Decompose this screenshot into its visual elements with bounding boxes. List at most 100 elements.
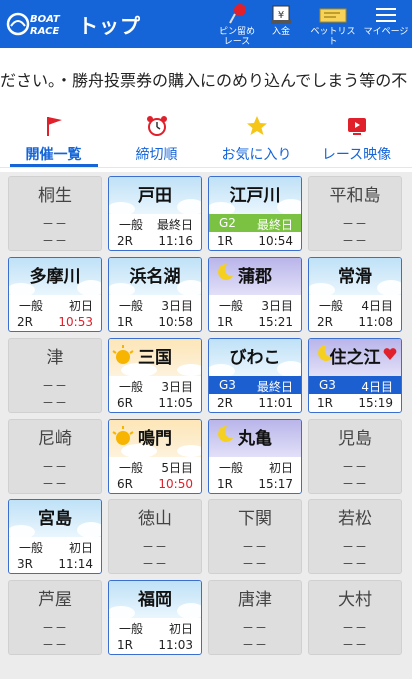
venue-card-1[interactable]: 戸田一般 最終日 2R 11:16 <box>108 176 202 251</box>
race-day: 3日目 <box>161 299 193 313</box>
venue-empty-info: －－ <box>141 557 168 571</box>
menu-icon <box>362 3 410 27</box>
next-race-row: 3R 11:14 <box>9 556 101 573</box>
bet-list-button[interactable]: ベットリスト <box>308 3 358 47</box>
venue-card-9[interactable]: 三国 一般 3日目 6R 11:05 <box>108 338 202 413</box>
page-title: トップ <box>78 14 141 38</box>
race-grade: 一般 <box>119 299 144 313</box>
venue-name: 常滑 <box>338 267 372 287</box>
tab-schedule[interactable]: 開催一覧 <box>2 108 105 168</box>
race-number: 6R <box>117 477 133 491</box>
race-number: 2R <box>317 315 333 329</box>
race-day: 3日目 <box>161 380 193 394</box>
race-day: 4日目 <box>361 299 393 313</box>
tab-bar: 開催一覧 締切順 お気に入り レース映像 <box>0 108 412 168</box>
pinned-races-button[interactable]: ピン留め レース <box>214 3 260 47</box>
tab-favorites[interactable]: お気に入り <box>205 108 308 168</box>
venue-name: 桐生 <box>38 186 72 206</box>
race-deadline-time: 11:16 <box>158 234 193 248</box>
race-grade: 一般 <box>119 622 144 636</box>
venue-card-22[interactable]: 唐津 －－ －－ <box>208 580 302 655</box>
venue-card-0[interactable]: 桐生 －－ －－ <box>8 176 102 251</box>
venue-card-8[interactable]: 津 －－ －－ <box>8 338 102 413</box>
race-grade: G2 <box>219 216 236 230</box>
notice-marquee: ださい。・勝舟投票券の購入にのめり込んでしまう等の不 <box>0 48 412 106</box>
deposit-button[interactable]: ¥ 入金 <box>258 3 304 47</box>
notice-text: ださい。・勝舟投票券の購入にのめり込んでしまう等の不 <box>0 71 408 90</box>
race-deadline-time: 11:01 <box>258 396 293 410</box>
race-grade: 一般 <box>219 299 244 313</box>
race-grade: 一般 <box>119 380 144 394</box>
venue-card-15[interactable]: 児島 －－ －－ <box>308 419 402 494</box>
venue-card-19[interactable]: 若松 －－ －－ <box>308 499 402 574</box>
venue-card-20[interactable]: 芦屋 －－ －－ <box>8 580 102 655</box>
venue-card-3[interactable]: 平和島 －－ －－ <box>308 176 402 251</box>
race-day: 3日目 <box>261 299 293 313</box>
race-number: 1R <box>217 477 233 491</box>
flag-icon <box>2 108 105 140</box>
race-number: 1R <box>217 234 233 248</box>
next-race-row: 2R 10:53 <box>9 314 101 331</box>
next-race-row: 2R 11:16 <box>109 233 201 250</box>
race-grade-row: 一般 3日目 <box>109 295 201 313</box>
mypage-label: マイページ <box>363 27 409 37</box>
race-deadline-time: 11:08 <box>358 315 393 329</box>
race-deadline-time: 15:19 <box>358 396 393 410</box>
tab-race-video[interactable]: レース映像 <box>305 108 408 168</box>
tab-race-video-label: レース映像 <box>321 147 392 163</box>
race-number: 2R <box>17 315 33 329</box>
venue-card-11[interactable]: 住之江 G3 4日目 1R 15:19 <box>308 338 402 413</box>
venue-name: 津 <box>46 348 64 368</box>
race-grade-row: 一般 初日 <box>209 457 301 475</box>
race-deadline-time: 11:03 <box>158 638 193 652</box>
venue-empty-info: －－ <box>341 234 368 248</box>
venue-card-2[interactable]: 江戸川 G2 最終日 1R 10:54 <box>208 176 302 251</box>
race-grade-row: 一般 初日 <box>109 618 201 636</box>
venue-name: 戸田 <box>138 186 172 206</box>
boat-race-logo[interactable]: BOAT RACE <box>6 6 68 42</box>
venue-card-23[interactable]: 大村 －－ －－ <box>308 580 402 655</box>
race-deadline-time: 10:53 <box>58 315 93 329</box>
svg-text:¥: ¥ <box>278 10 284 21</box>
next-race-row: 2R 11:08 <box>309 314 401 331</box>
race-number: 2R <box>217 396 233 410</box>
race-day: 初日 <box>68 299 93 313</box>
venue-card-12[interactable]: 尼崎 －－ －－ <box>8 419 102 494</box>
venue-empty-info: －－ <box>41 217 68 231</box>
venue-card-17[interactable]: 徳山 －－ －－ <box>108 499 202 574</box>
race-grade-row: G2 最終日 <box>209 214 301 232</box>
venue-empty-info: －－ <box>141 540 168 554</box>
tab-favorites-label: お気に入り <box>221 147 292 163</box>
favorite-heart-icon <box>383 348 397 360</box>
venue-card-4[interactable]: 多摩川 一般 初日 2R 10:53 <box>8 257 102 332</box>
venue-empty-info: －－ <box>41 234 68 248</box>
race-grade-row: G3 最終日 <box>209 376 301 394</box>
race-grade-row: 一般 5日目 <box>109 457 201 475</box>
venue-card-14[interactable]: 丸亀 一般 初日 1R 15:17 <box>208 419 302 494</box>
race-grade: 一般 <box>19 299 44 313</box>
venue-name: 福岡 <box>138 590 172 610</box>
venue-card-10[interactable]: びわこ G3 最終日 2R 11:01 <box>208 338 302 413</box>
venue-card-16[interactable]: 宮島 一般 初日 3R 11:14 <box>8 499 102 574</box>
venue-card-13[interactable]: 鳴門 一般 5日目 6R 10:50 <box>108 419 202 494</box>
race-day: 最終日 <box>256 218 293 232</box>
venue-card-21[interactable]: 福岡 一般 初日 1R 11:03 <box>108 580 202 655</box>
video-icon <box>305 108 408 140</box>
venue-name: 蒲郡 <box>238 267 272 287</box>
tab-schedule-label: 開催一覧 <box>25 147 82 163</box>
race-grade: 一般 <box>119 218 144 232</box>
venue-card-6[interactable]: 蒲郡 一般 3日目 1R 15:21 <box>208 257 302 332</box>
venue-empty-info: －－ <box>341 621 368 635</box>
venue-card-5[interactable]: 浜名湖 一般 3日目 1R 10:58 <box>108 257 202 332</box>
venue-card-7[interactable]: 常滑一般 4日目 2R 11:08 <box>308 257 402 332</box>
venue-empty-info: －－ <box>41 638 68 652</box>
tab-deadline[interactable]: 締切順 <box>105 108 208 168</box>
venue-card-18[interactable]: 下関 －－ －－ <box>208 499 302 574</box>
venue-empty-info: －－ <box>41 621 68 635</box>
race-day: 5日目 <box>161 461 193 475</box>
venue-empty-info: －－ <box>41 460 68 474</box>
mypage-button[interactable]: マイページ <box>362 3 410 47</box>
race-number: 6R <box>117 396 133 410</box>
race-grade-row: 一般 4日目 <box>309 295 401 313</box>
race-grade-row: 一般 最終日 <box>109 214 201 232</box>
